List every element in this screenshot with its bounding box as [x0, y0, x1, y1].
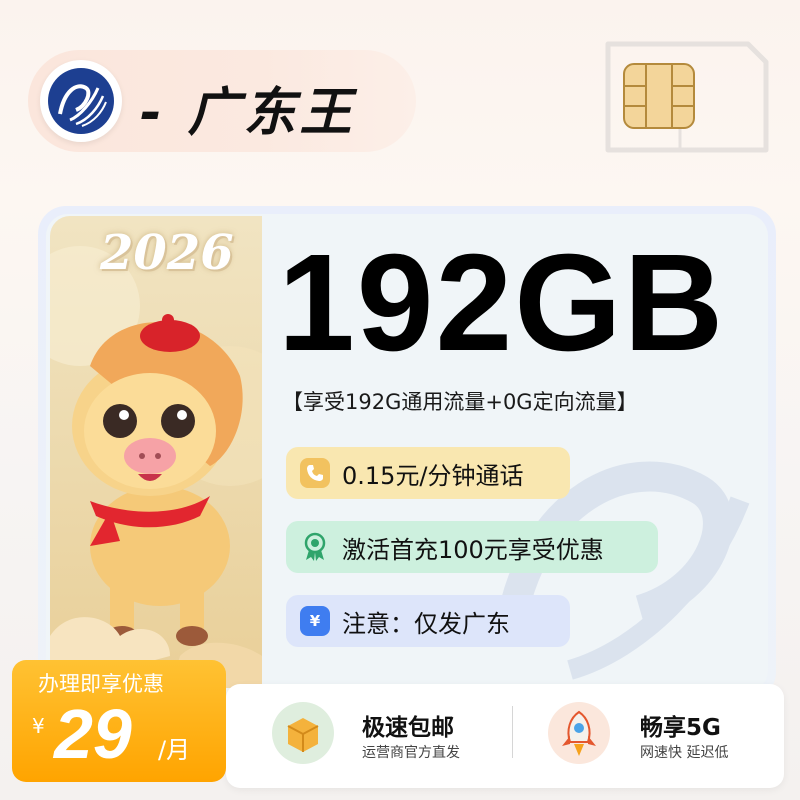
mascot-illustration	[50, 216, 262, 688]
brand-title: - 广东王	[140, 83, 356, 143]
award-ribbon-icon	[300, 532, 330, 562]
carrier-logo	[40, 60, 122, 142]
rocket-icon	[548, 702, 610, 764]
package-box-icon	[272, 702, 334, 764]
carrier-logo-icon	[48, 68, 114, 134]
data-amount: 192GB	[278, 226, 726, 380]
perk-5g-title: 畅享5G	[640, 715, 721, 741]
year-badge: 2026	[100, 225, 234, 281]
feature-call-text: 0.15元/分钟通话	[342, 461, 524, 490]
ticket-icon: ¥	[300, 606, 330, 636]
feature-activation-text: 激活首充100元享受优惠	[342, 535, 604, 564]
perk-shipping-subtitle: 运营商官方直发	[362, 745, 460, 761]
price-value: 29	[54, 695, 132, 773]
feature-activation: 激活首充100元享受优惠	[286, 521, 658, 573]
sim-card	[598, 40, 770, 162]
data-description: 【享受192G通用流量+0G定向流量】	[282, 390, 638, 414]
phone-icon	[300, 458, 330, 488]
perk-5g-subtitle: 网速快 延迟低	[640, 745, 729, 761]
sim-card-icon	[605, 41, 769, 153]
feature-call-rate: 0.15元/分钟通话	[286, 447, 570, 499]
feature-notice-text: 注意：仅发广东	[342, 609, 510, 638]
price-currency: ¥	[32, 714, 45, 738]
feature-notice: ¥ 注意：仅发广东	[286, 595, 570, 647]
price-unit: /月	[158, 736, 191, 764]
perk-shipping-title: 极速包邮	[362, 715, 454, 741]
perks-divider	[512, 706, 513, 758]
